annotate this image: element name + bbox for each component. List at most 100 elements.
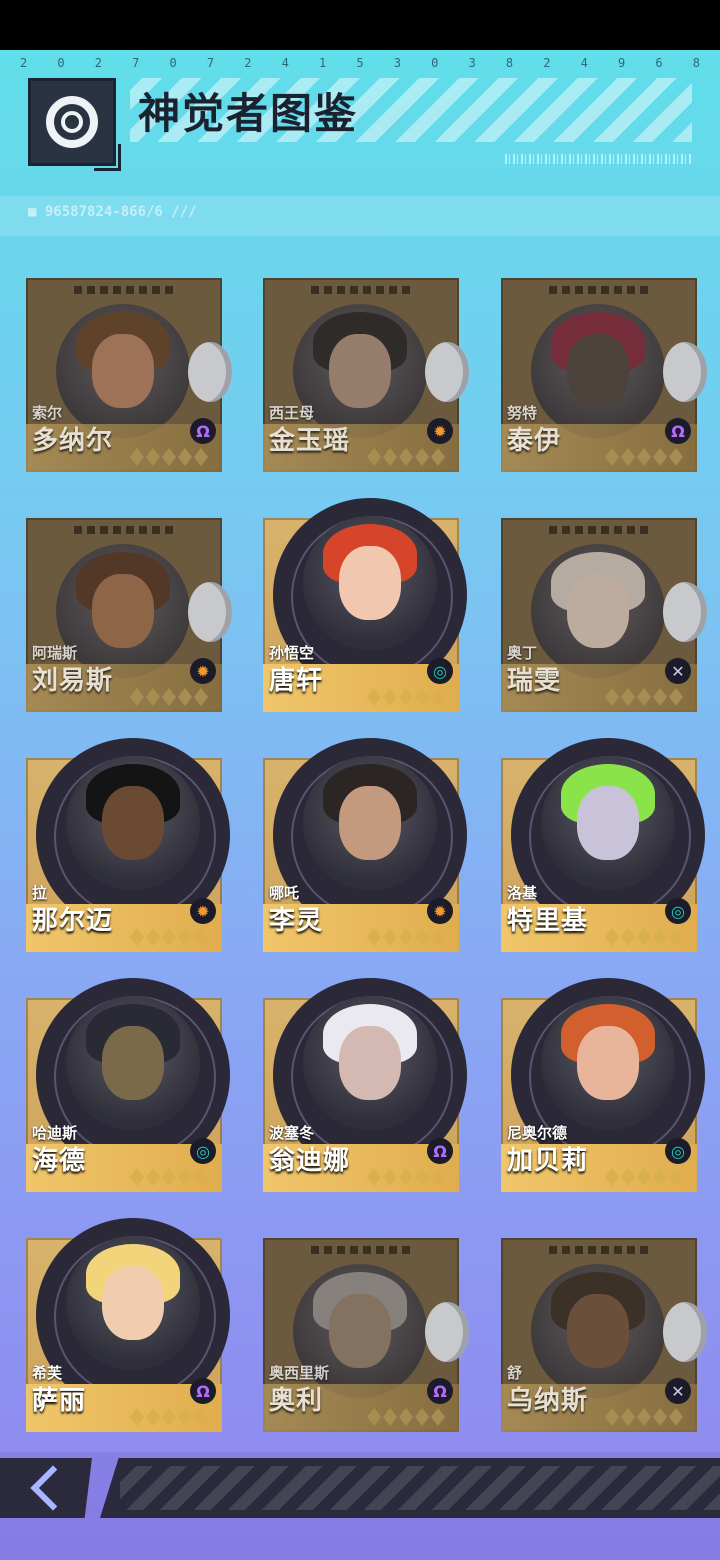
- star-rating: [605, 928, 683, 946]
- faction-purple-icon: Ω: [427, 1138, 453, 1164]
- chevron-left-icon: [30, 1465, 76, 1511]
- star-icon: [194, 1168, 208, 1186]
- bottom-decor-bar: [100, 1458, 720, 1518]
- header-digit: 6: [655, 56, 663, 70]
- star-icon: [367, 928, 381, 946]
- character-card[interactable]: 西王母 金玉瑶 ✹: [263, 278, 469, 472]
- star-icon: [146, 1168, 160, 1186]
- faction-purple-icon: Ω: [427, 1378, 453, 1404]
- star-icon: [162, 688, 176, 706]
- star-rating: [367, 688, 445, 706]
- star-icon: [605, 448, 619, 466]
- coin-icon: [425, 1302, 469, 1362]
- header-digit: 8: [692, 56, 700, 70]
- faction-purple-icon: Ω: [190, 418, 216, 444]
- character-portrait: [541, 996, 675, 1130]
- star-rating: [130, 688, 208, 706]
- header-digit: 8: [505, 56, 514, 70]
- star-icon: [669, 688, 683, 706]
- faction-teal-icon: ◎: [427, 658, 453, 684]
- star-icon: [431, 448, 445, 466]
- header-digit: 2: [244, 56, 252, 70]
- star-icon: [605, 928, 619, 946]
- star-icon: [637, 448, 651, 466]
- character-card[interactable]: 努特 泰伊 Ω: [501, 278, 707, 472]
- faction-orange-icon: ✹: [190, 658, 216, 684]
- character-card[interactable]: 波塞冬 翁迪娜 Ω: [263, 978, 467, 1192]
- header-digit: 2: [94, 56, 102, 70]
- faction-purple-icon: Ω: [665, 418, 691, 444]
- star-icon: [399, 448, 413, 466]
- star-icon: [605, 1168, 619, 1186]
- star-icon: [399, 1408, 413, 1426]
- page-title: 神觉者图鉴: [138, 89, 359, 138]
- star-icon: [431, 928, 445, 946]
- star-icon: [130, 1168, 144, 1186]
- character-portrait: [541, 756, 675, 890]
- star-icon: [415, 928, 429, 946]
- star-icon: [130, 688, 144, 706]
- star-icon: [637, 1408, 651, 1426]
- star-icon: [130, 1408, 144, 1426]
- star-icon: [621, 448, 635, 466]
- star-rating: [605, 1408, 683, 1426]
- star-icon: [431, 1168, 445, 1186]
- faction-teal-icon: ◎: [190, 1138, 216, 1164]
- star-icon: [415, 1168, 429, 1186]
- star-icon: [367, 448, 381, 466]
- header-digit: 3: [393, 56, 401, 70]
- character-card[interactable]: 哈迪斯 海德 ◎: [26, 978, 230, 1192]
- star-rating: [367, 1168, 445, 1186]
- character-name: 翁迪娜: [269, 1146, 351, 1176]
- character-name: 李灵: [269, 906, 324, 936]
- star-rating: [367, 448, 445, 466]
- character-card[interactable]: 洛基 特里基 ◎: [501, 738, 705, 952]
- star-icon: [653, 448, 667, 466]
- character-card[interactable]: 索尔 多纳尔 Ω: [26, 278, 232, 472]
- header-digits: 2 0 2 7 0 7 2 4 1 5 3 0 3 8 2 4 9 6 8: [20, 56, 700, 70]
- character-portrait: [303, 996, 437, 1130]
- faction-purple-icon: Ω: [190, 1378, 216, 1404]
- character-name: 海德: [32, 1146, 87, 1176]
- character-portrait: [66, 996, 200, 1130]
- character-card[interactable]: 拉 那尔迈 ✹: [26, 738, 230, 952]
- character-name: 奥利: [269, 1386, 324, 1416]
- star-icon: [162, 448, 176, 466]
- star-rating: [605, 688, 683, 706]
- character-portrait: [56, 304, 190, 438]
- character-card[interactable]: 尼奥尔德 加贝莉 ◎: [501, 978, 705, 1192]
- character-card[interactable]: 孙悟空 唐轩 ◎: [263, 498, 467, 712]
- star-icon: [431, 1408, 445, 1426]
- star-icon: [653, 1168, 667, 1186]
- star-icon: [178, 928, 192, 946]
- faction-grey-icon: ✕: [665, 1378, 691, 1404]
- star-icon: [130, 928, 144, 946]
- header-digit: 4: [281, 56, 289, 70]
- star-icon: [146, 448, 160, 466]
- star-icon: [621, 928, 635, 946]
- header-digit: 2: [20, 56, 28, 70]
- header-digit: 1: [319, 56, 327, 70]
- header-digit: 0: [169, 56, 177, 70]
- star-icon: [415, 1408, 429, 1426]
- status-bar: [0, 0, 720, 50]
- header-digit: 7: [206, 56, 215, 70]
- character-card[interactable]: 阿瑞斯 刘易斯 ✹: [26, 518, 232, 712]
- character-name: 唐轩: [269, 666, 324, 696]
- star-rating: [605, 1168, 683, 1186]
- star-icon: [162, 1408, 176, 1426]
- header-digit: 2: [543, 56, 551, 70]
- back-button[interactable]: [0, 1458, 92, 1518]
- star-icon: [637, 928, 651, 946]
- faction-orange-icon: ✹: [427, 898, 453, 924]
- faction-orange-icon: ✹: [427, 418, 453, 444]
- header-digit: 3: [468, 56, 476, 70]
- coin-icon: [188, 582, 232, 642]
- character-card[interactable]: 舒 乌纳斯 ✕: [501, 1238, 707, 1432]
- star-icon: [621, 688, 635, 706]
- character-card[interactable]: 奥西里斯 奥利 Ω: [263, 1238, 469, 1432]
- character-card[interactable]: 希芙 萨丽 Ω: [26, 1218, 230, 1432]
- star-icon: [669, 448, 683, 466]
- character-card[interactable]: 奥丁 瑞雯 ✕: [501, 518, 707, 712]
- character-card[interactable]: 哪吒 李灵 ✹: [263, 738, 467, 952]
